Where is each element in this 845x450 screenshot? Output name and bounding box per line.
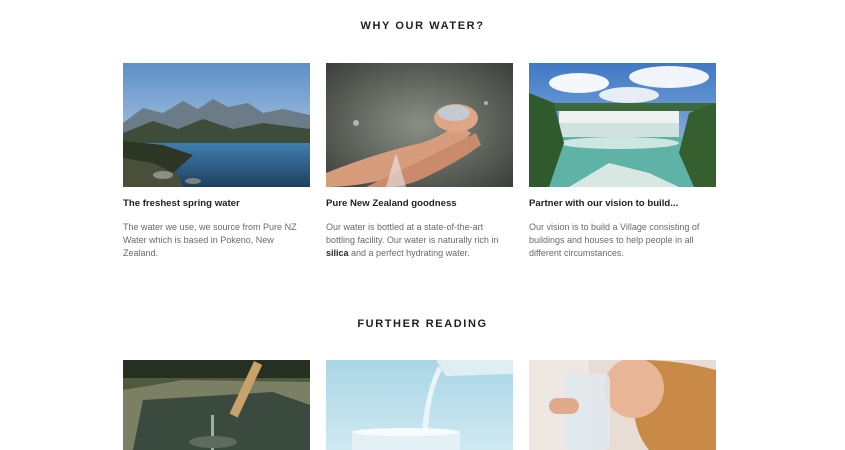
page: WHY OUR WATER? The freshest spring water… — [0, 0, 845, 450]
pouring-glass-image[interactable] — [326, 360, 513, 450]
further-reading-card-1[interactable] — [123, 360, 310, 450]
waterfall-image[interactable] — [529, 63, 716, 187]
card-partner-vision[interactable]: Partner with our vision to build... Our … — [529, 63, 716, 260]
further-reading-card-2[interactable] — [326, 360, 513, 450]
further-reading-card-3[interactable] — [529, 360, 716, 450]
card-title[interactable]: The freshest spring water — [123, 198, 310, 209]
card-description: Our vision is to build a Village consist… — [529, 222, 700, 258]
card-freshest-spring-water[interactable]: The freshest spring water The water we u… — [123, 63, 310, 260]
why-our-water-heading: WHY OUR WATER? — [360, 20, 485, 32]
card-description: Our water is bottled at a state-of-the-a… — [326, 221, 513, 260]
cupped-hands-water-image[interactable] — [326, 63, 513, 187]
silica-highlight: silica — [326, 248, 349, 258]
card-description-start: Our water is bottled at a state-of-the-a… — [326, 222, 499, 245]
further-reading-heading: FURTHER READING — [357, 318, 488, 330]
mountain-lake-image[interactable] — [123, 63, 310, 187]
woman-drinking-image[interactable] — [529, 360, 716, 450]
card-title[interactable]: Partner with our vision to build... — [529, 198, 716, 209]
card-pure-nz-goodness[interactable]: Pure New Zealand goodness Our water is b… — [326, 63, 513, 260]
card-description: The water we use, we source from Pure NZ… — [123, 222, 297, 258]
card-description-end: and a perfect hydrating water. — [348, 248, 470, 258]
card-title[interactable]: Pure New Zealand goodness — [326, 198, 513, 209]
bamboo-spout-image[interactable] — [123, 360, 310, 450]
